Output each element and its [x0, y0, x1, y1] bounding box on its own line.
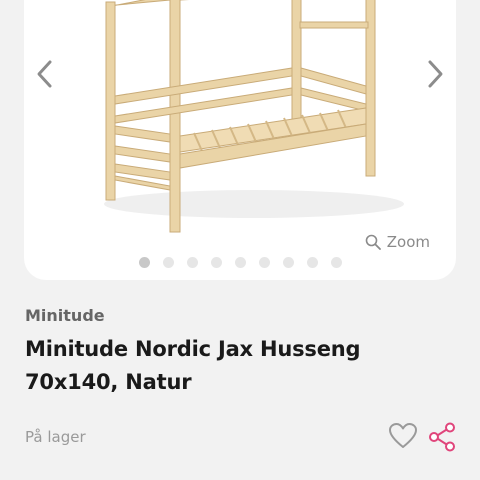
zoom-label: Zoom [386, 233, 430, 251]
product-brand[interactable]: Minitude [25, 306, 105, 325]
previous-image-button[interactable] [30, 54, 58, 94]
pagination-dot[interactable] [162, 257, 174, 268]
pagination-dot[interactable] [306, 257, 318, 268]
chevron-right-icon [428, 60, 443, 88]
pagination-dot[interactable] [330, 257, 342, 268]
pagination-dot[interactable] [234, 257, 246, 268]
heart-icon [389, 423, 417, 448]
pagination-dot[interactable] [282, 257, 294, 268]
pagination-dot[interactable] [210, 257, 222, 268]
favorite-button[interactable] [388, 422, 418, 450]
next-image-button[interactable] [422, 54, 450, 94]
chevron-left-icon [37, 60, 52, 88]
share-button[interactable] [427, 422, 457, 452]
stock-status: På lager [25, 428, 86, 446]
product-title: Minitude Nordic Jax Husseng 70x140, Natu… [25, 337, 361, 394]
product-gallery[interactable]: Zoom [24, 0, 456, 280]
magnifier-icon [365, 234, 381, 250]
gallery-pagination [24, 257, 456, 268]
zoom-button[interactable]: Zoom [365, 233, 430, 251]
pagination-dot[interactable] [138, 257, 150, 268]
pagination-dot[interactable] [258, 257, 270, 268]
share-icon [429, 422, 455, 452]
pagination-dot[interactable] [186, 257, 198, 268]
